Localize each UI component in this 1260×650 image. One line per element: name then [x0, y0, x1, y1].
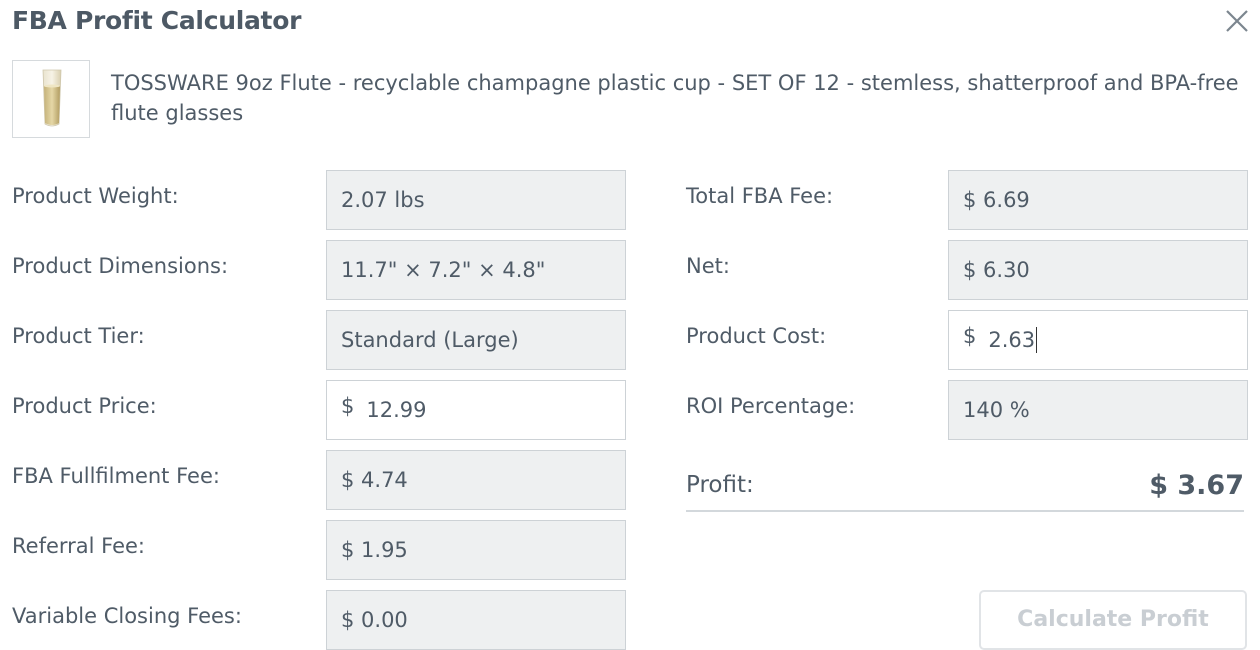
referral-fee-field: $ 1.95 [326, 520, 626, 580]
close-icon [1226, 10, 1248, 32]
variable-closing-fees-label: Variable Closing Fees: [12, 604, 242, 628]
product-price-value: 12.99 [366, 398, 427, 422]
referral-fee-label: Referral Fee: [12, 534, 146, 558]
net-value: $ 6.30 [963, 258, 1030, 282]
product-tier-field: Standard (Large) [326, 310, 626, 370]
product-price-input[interactable]: $ 12.99 [326, 380, 626, 440]
roi-percentage-label: ROI Percentage: [686, 394, 856, 418]
product-cost-label: Product Cost: [686, 324, 827, 348]
referral-fee-value: $ 1.95 [341, 538, 408, 562]
close-button[interactable] [1222, 6, 1252, 36]
fba-fulfilment-fee-label: FBA Fullfilment Fee: [12, 464, 220, 488]
product-weight-label: Product Weight: [12, 184, 179, 208]
product-tier-value: Standard (Large) [341, 328, 519, 352]
product-dimensions-label: Product Dimensions: [12, 254, 229, 278]
product-cost-value: 2.63 [988, 328, 1036, 352]
fba-fulfilment-fee-field: $ 4.74 [326, 450, 626, 510]
product-title: TOSSWARE 9oz Flute - recyclable champagn… [111, 71, 1239, 125]
calculate-profit-button[interactable]: Calculate Profit [979, 590, 1247, 650]
variable-closing-fees-value: $ 0.00 [341, 608, 408, 632]
product-thumbnail [12, 60, 90, 138]
product-weight-value: 2.07 lbs [341, 188, 425, 212]
profit-divider [686, 510, 1244, 512]
product-dimensions-field: 11.7" × 7.2" × 4.8" [326, 240, 626, 300]
total-fba-fee-label: Total FBA Fee: [686, 184, 834, 208]
product-cost-input[interactable]: $ 2.63 [948, 310, 1248, 370]
price-currency-symbol: $ [341, 394, 355, 418]
profit-value: $ 3.67 [1149, 470, 1244, 501]
product-tier-label: Product Tier: [12, 324, 145, 348]
roi-percentage-value: 140 % [963, 398, 1030, 422]
variable-closing-fees-field: $ 0.00 [326, 590, 626, 650]
cost-currency-symbol: $ [963, 324, 977, 348]
net-label: Net: [686, 254, 730, 278]
champagne-flute-image [42, 69, 62, 127]
roi-percentage-field: 140 % [948, 380, 1248, 440]
product-dimensions-value: 11.7" × 7.2" × 4.8" [341, 258, 546, 282]
dialog-title: FBA Profit Calculator [12, 6, 302, 35]
total-fba-fee-value: $ 6.69 [963, 188, 1030, 212]
fba-fulfilment-fee-value: $ 4.74 [341, 468, 408, 492]
product-price-label: Product Price: [12, 394, 157, 418]
product-weight-field: 2.07 lbs [326, 170, 626, 230]
total-fba-fee-field: $ 6.69 [948, 170, 1248, 230]
profit-label: Profit: [686, 472, 754, 498]
text-caret [1036, 327, 1038, 353]
net-field: $ 6.30 [948, 240, 1248, 300]
